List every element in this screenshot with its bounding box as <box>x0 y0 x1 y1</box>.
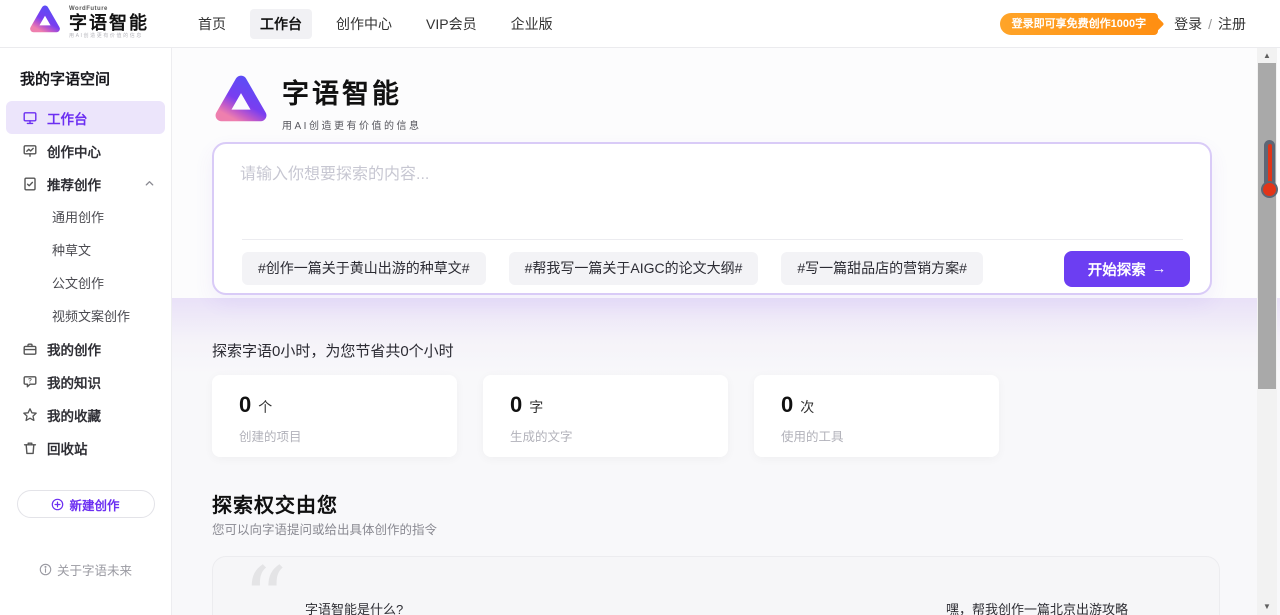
hero-brand-tagline: 用AI创造更有价值的信息 <box>282 117 421 132</box>
svg-text:?: ? <box>28 377 32 384</box>
plus-circle-icon <box>51 498 64 511</box>
hero-brand: 字语智能 用AI创造更有价值的信息 <box>212 72 421 132</box>
login-promo-badge[interactable]: 登录即可享免费创作1000字 <box>1000 13 1158 35</box>
info-circle-icon <box>39 563 52 576</box>
stat-card-words: 0 字 生成的文字 <box>483 375 728 457</box>
stat-cards: 0 个 创建的项目 0 字 生成的文字 0 次 使用的工具 <box>212 375 999 457</box>
search-card: #创作一篇关于黄山出游的种草文# #帮我写一篇关于AIGC的论文大纲# #写一篇… <box>212 142 1212 295</box>
new-creation-label: 新建创作 <box>69 495 119 514</box>
sidebar-item-label: 我的知识 <box>47 372 101 392</box>
header-right: 登录即可享免费创作1000字 登录 / 注册 <box>1000 0 1246 48</box>
quote-icon: “ <box>243 567 287 615</box>
login-link[interactable]: 登录 <box>1174 14 1202 34</box>
arrow-right-icon: → <box>1152 261 1167 277</box>
example-prompt: 嘿，帮我创作一篇北京出游攻略 <box>946 599 1128 615</box>
main-nav: 首页 工作台 创作中心 VIP会员 企业版 <box>188 0 563 48</box>
brand-triangle-icon-large <box>212 73 270 131</box>
hero-brand-title: 字语智能 <box>282 72 421 111</box>
stat-label: 创建的项目 <box>239 426 430 445</box>
sidebar-item-label: 我的创作 <box>47 339 101 359</box>
example-dialog-card: “ 字语智能是什么? 嘿，帮我创作一篇北京出游攻略 <box>212 556 1220 615</box>
search-input[interactable] <box>240 160 960 222</box>
sidebar-item-label: 回收站 <box>47 438 88 458</box>
sidebar-item-my-creations[interactable]: 我的创作 <box>0 332 171 365</box>
stat-value: 0 <box>781 392 793 418</box>
brand-triangle-icon <box>28 4 62 40</box>
sidebar-item-creation-center[interactable]: 创作中心 <box>0 134 171 167</box>
nav-vip[interactable]: VIP会员 <box>416 9 487 39</box>
stat-unit: 字 <box>529 397 543 417</box>
suggestion-chip-huangshan[interactable]: #创作一篇关于黄山出游的种草文# <box>242 252 486 285</box>
brand-name-zh: 字语智能 <box>69 14 149 32</box>
scroll-down-arrow-icon[interactable]: ▼ <box>1257 601 1277 613</box>
header-logo[interactable]: WordFuture 字语智能 用AI创造更有价值的信息 <box>28 4 149 40</box>
stat-value: 0 <box>239 392 251 418</box>
gradient-band <box>172 298 1280 376</box>
brand-name-en: WordFuture <box>69 6 149 12</box>
start-explore-label: 开始探索 <box>1088 259 1146 280</box>
stat-label: 使用的工具 <box>781 426 972 445</box>
sidebar-item-label: 工作台 <box>47 108 88 128</box>
new-creation-button[interactable]: 新建创作 <box>17 490 155 518</box>
sidebar-item-recommended[interactable]: 推荐创作 <box>0 167 171 200</box>
star-icon <box>22 407 38 423</box>
nav-home[interactable]: 首页 <box>188 9 236 39</box>
nav-workbench[interactable]: 工作台 <box>250 9 312 39</box>
stat-unit: 个 <box>258 397 272 417</box>
nav-creation-center[interactable]: 创作中心 <box>326 9 402 39</box>
briefcase-icon <box>22 341 38 357</box>
stat-unit: 次 <box>800 397 814 417</box>
explore-section-subtitle: 您可以向字语提问或给出具体创作的指令 <box>212 519 437 538</box>
register-link[interactable]: 注册 <box>1218 14 1246 34</box>
sidebar-item-label: 创作中心 <box>47 141 101 161</box>
monitor-icon <box>22 110 38 126</box>
sidebar-item-my-favorites[interactable]: 我的收藏 <box>0 398 171 431</box>
sidebar-item-recycle-bin[interactable]: 回收站 <box>0 431 171 464</box>
explore-section-title: 探索权交由您 <box>212 489 338 518</box>
sidebar-item-label: 我的收藏 <box>47 405 101 425</box>
search-divider <box>242 239 1183 240</box>
scrollbar-thumb[interactable] <box>1258 63 1276 389</box>
sidebar-title: 我的字语空间 <box>20 68 171 89</box>
suggestion-chip-aigc[interactable]: #帮我写一篇关于AIGC的论文大纲# <box>509 252 759 285</box>
start-explore-button[interactable]: 开始探索 → <box>1064 251 1190 287</box>
brand-tagline-small: 用AI创造更有价值的信息 <box>69 34 149 39</box>
trash-icon <box>22 440 38 456</box>
sidebar: 我的字语空间 工作台 创作中心 推荐创作 通用创作 种草文 公文创作 视频文案创… <box>0 48 172 615</box>
sidebar-item-label: 推荐创作 <box>47 174 101 194</box>
main-content: 字语智能 用AI创造更有价值的信息 #创作一篇关于黄山出游的种草文# #帮我写一… <box>172 48 1280 615</box>
sidebar-subitem-official-doc[interactable]: 公文创作 <box>0 266 171 299</box>
about-label: 关于字语未来 <box>57 560 132 579</box>
vertical-scrollbar[interactable]: ▲ ▼ <box>1257 48 1277 615</box>
thermometer-icon <box>1261 140 1278 198</box>
auth-separator: / <box>1208 16 1212 32</box>
example-question: 字语智能是什么? <box>305 599 403 615</box>
sidebar-item-workbench[interactable]: 工作台 <box>6 101 165 134</box>
sidebar-subitem-seeding-article[interactable]: 种草文 <box>0 233 171 266</box>
sidebar-subitem-general-creation[interactable]: 通用创作 <box>0 200 171 233</box>
stat-card-projects: 0 个 创建的项目 <box>212 375 457 457</box>
suggestion-chip-dessert[interactable]: #写一篇甜品店的营销方案# <box>781 252 983 285</box>
header: WordFuture 字语智能 用AI创造更有价值的信息 首页 工作台 创作中心… <box>0 0 1280 48</box>
chat-question-icon: ? <box>22 374 38 390</box>
chevron-up-icon[interactable] <box>144 178 155 189</box>
monitor-chart-icon <box>22 143 38 159</box>
scroll-up-arrow-icon[interactable]: ▲ <box>1257 50 1277 62</box>
stats-summary: 探索字语0小时，为您节省共0个小时 <box>212 340 454 361</box>
stat-value: 0 <box>510 392 522 418</box>
suggestion-chips: #创作一篇关于黄山出游的种草文# #帮我写一篇关于AIGC的论文大纲# #写一篇… <box>242 252 983 285</box>
about-link[interactable]: 关于字语未来 <box>0 560 171 579</box>
stat-card-tools: 0 次 使用的工具 <box>754 375 999 457</box>
sidebar-subitem-video-script[interactable]: 视频文案创作 <box>0 299 171 332</box>
nav-enterprise[interactable]: 企业版 <box>501 9 563 39</box>
stat-label: 生成的文字 <box>510 426 701 445</box>
document-check-icon <box>22 176 38 192</box>
sidebar-item-my-knowledge[interactable]: ? 我的知识 <box>0 365 171 398</box>
